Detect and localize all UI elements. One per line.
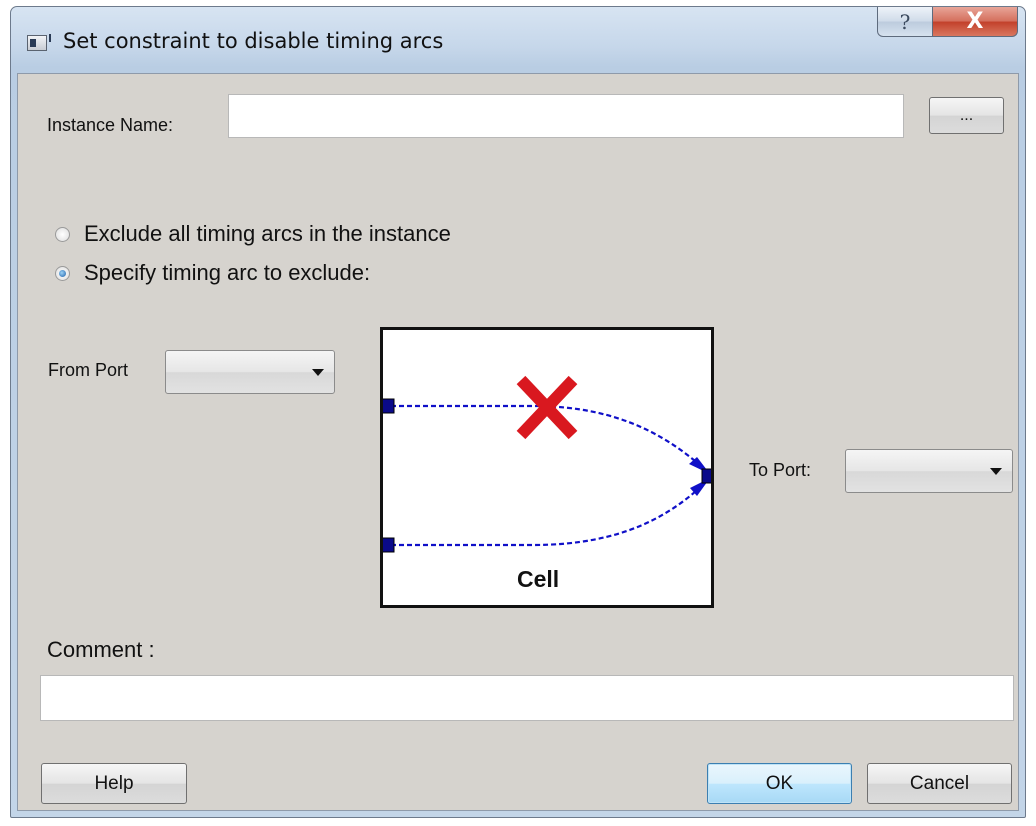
instance-name-input[interactable] <box>228 94 904 138</box>
ok-button[interactable]: OK <box>707 763 852 804</box>
chevron-down-icon <box>312 369 324 376</box>
cell-diagram: Cell <box>380 327 714 608</box>
input-pin-bottom <box>383 537 395 553</box>
radio-specify-arc-label: Specify timing arc to exclude: <box>84 260 371 285</box>
cancel-button[interactable]: Cancel <box>867 763 1012 804</box>
window-title: Set constraint to disable timing arcs <box>63 29 444 53</box>
instance-name-label: Instance Name: <box>47 115 174 135</box>
close-icon: X <box>966 9 984 34</box>
disabled-arc-cross-icon <box>516 375 578 440</box>
radio-specify-arc[interactable]: Specify timing arc to exclude: <box>55 260 370 286</box>
radio-exclude-all[interactable]: Exclude all timing arcs in the instance <box>55 221 451 247</box>
input-pin-top <box>383 398 395 414</box>
timing-arc-bottom <box>383 477 711 547</box>
from-port-dropdown[interactable] <box>165 350 335 394</box>
help-button-label: Help <box>94 772 134 794</box>
radio-exclude-all-indicator[interactable] <box>55 226 70 242</box>
title-bar[interactable]: Set constraint to disable timing arcs ? … <box>11 7 1025 73</box>
cell-label: Cell <box>517 566 560 592</box>
comment-input[interactable] <box>40 675 1014 721</box>
to-port-dropdown[interactable] <box>845 449 1013 493</box>
question-mark-icon: ? <box>899 9 911 34</box>
app-icon <box>27 34 51 51</box>
cancel-button-label: Cancel <box>909 772 970 794</box>
browse-instance-button[interactable]: ... <box>929 97 1004 134</box>
radio-specify-arc-indicator[interactable] <box>55 265 70 281</box>
close-button[interactable]: X <box>932 7 1018 37</box>
ok-button-label: OK <box>765 772 794 794</box>
browse-button-label: ... <box>959 106 974 124</box>
to-port-label: To Port: <box>749 460 812 480</box>
chevron-down-icon <box>990 468 1002 475</box>
help-button[interactable]: Help <box>41 763 187 804</box>
dialog-window: Set constraint to disable timing arcs ? … <box>10 6 1026 818</box>
radio-exclude-all-label: Exclude all timing arcs in the instance <box>84 221 451 246</box>
timing-arc-diagram <box>383 375 711 553</box>
from-port-label: From Port <box>48 360 129 380</box>
comment-label: Comment : <box>47 637 155 662</box>
output-pin <box>701 468 711 484</box>
title-help-button[interactable]: ? <box>877 7 933 37</box>
dialog-body: Instance Name: ... Exclude all timing ar… <box>17 73 1019 811</box>
